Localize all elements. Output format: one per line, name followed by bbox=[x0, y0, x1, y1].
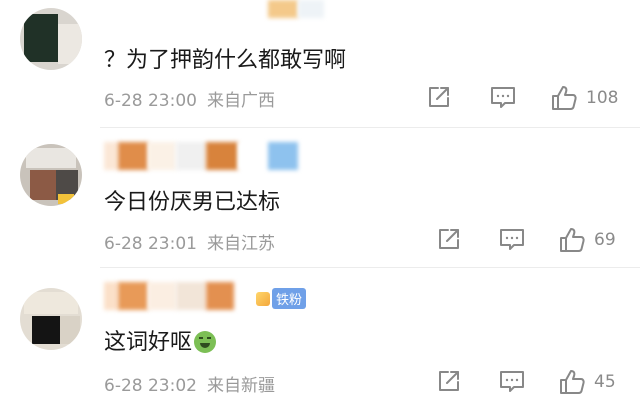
like-button[interactable]: 45 bbox=[558, 368, 616, 396]
comment-icon bbox=[500, 229, 524, 250]
username-redacted[interactable] bbox=[104, 142, 298, 170]
username-redacted[interactable] bbox=[104, 282, 234, 310]
avatar[interactable] bbox=[20, 288, 82, 350]
share-button[interactable] bbox=[426, 84, 452, 110]
reply-button[interactable] bbox=[489, 84, 517, 110]
comment-date: 6-28 23:00 bbox=[104, 91, 197, 111]
like-count: 108 bbox=[586, 88, 619, 108]
share-icon bbox=[439, 229, 459, 249]
share-button[interactable] bbox=[436, 368, 462, 394]
like-count: 45 bbox=[594, 372, 616, 392]
like-button[interactable]: 108 bbox=[550, 84, 618, 112]
comment-text-content: 这词好呕 bbox=[104, 330, 193, 355]
avatar[interactable] bbox=[20, 8, 82, 70]
comment-text: 今日份厌男已达标 bbox=[104, 190, 281, 215]
comment-text: 这词好呕 bbox=[104, 324, 217, 356]
share-icon bbox=[439, 371, 459, 391]
comment-location: 来自广西 bbox=[206, 91, 275, 111]
username-redacted[interactable] bbox=[268, 0, 324, 18]
reply-button[interactable] bbox=[498, 368, 526, 394]
like-count: 69 bbox=[594, 230, 616, 250]
comment-meta: 6-28 23:01 来自江苏 bbox=[104, 229, 275, 254]
comment-date: 6-28 23:02 bbox=[104, 376, 197, 396]
comment-meta: 6-28 23:02 来自新疆 bbox=[104, 371, 275, 396]
comment-item: ？为了押韵什么都敢写啊 6-28 23:00 来自广西 108 bbox=[0, 0, 640, 128]
share-icon bbox=[429, 87, 449, 107]
comment-date: 6-28 23:01 bbox=[104, 234, 197, 254]
reply-button[interactable] bbox=[498, 226, 526, 252]
thumbs-up-icon bbox=[560, 370, 585, 394]
vomiting-face-emoji-icon bbox=[194, 331, 217, 353]
thumbs-up-icon bbox=[552, 86, 577, 110]
fan-level-icon bbox=[256, 291, 270, 306]
comment-location: 来自江苏 bbox=[206, 234, 275, 254]
comment-item: 今日份厌男已达标 6-28 23:01 来自江苏 69 bbox=[0, 128, 640, 268]
comment-meta: 6-28 23:00 来自广西 bbox=[104, 86, 275, 111]
comment-item: 铁粉 这词好呕 6-28 23:02 来自新疆 45 bbox=[0, 268, 640, 405]
comment-icon bbox=[500, 371, 524, 392]
share-button[interactable] bbox=[436, 226, 462, 252]
fan-badge: 铁粉 bbox=[256, 288, 307, 309]
avatar[interactable] bbox=[20, 144, 82, 206]
like-button[interactable]: 69 bbox=[558, 226, 616, 254]
comment-location: 来自新疆 bbox=[206, 376, 275, 396]
thumbs-up-icon bbox=[560, 228, 585, 252]
comment-text: ？为了押韵什么都敢写啊 bbox=[104, 48, 347, 73]
fan-badge-label: 铁粉 bbox=[272, 288, 307, 309]
comment-icon bbox=[491, 87, 515, 108]
